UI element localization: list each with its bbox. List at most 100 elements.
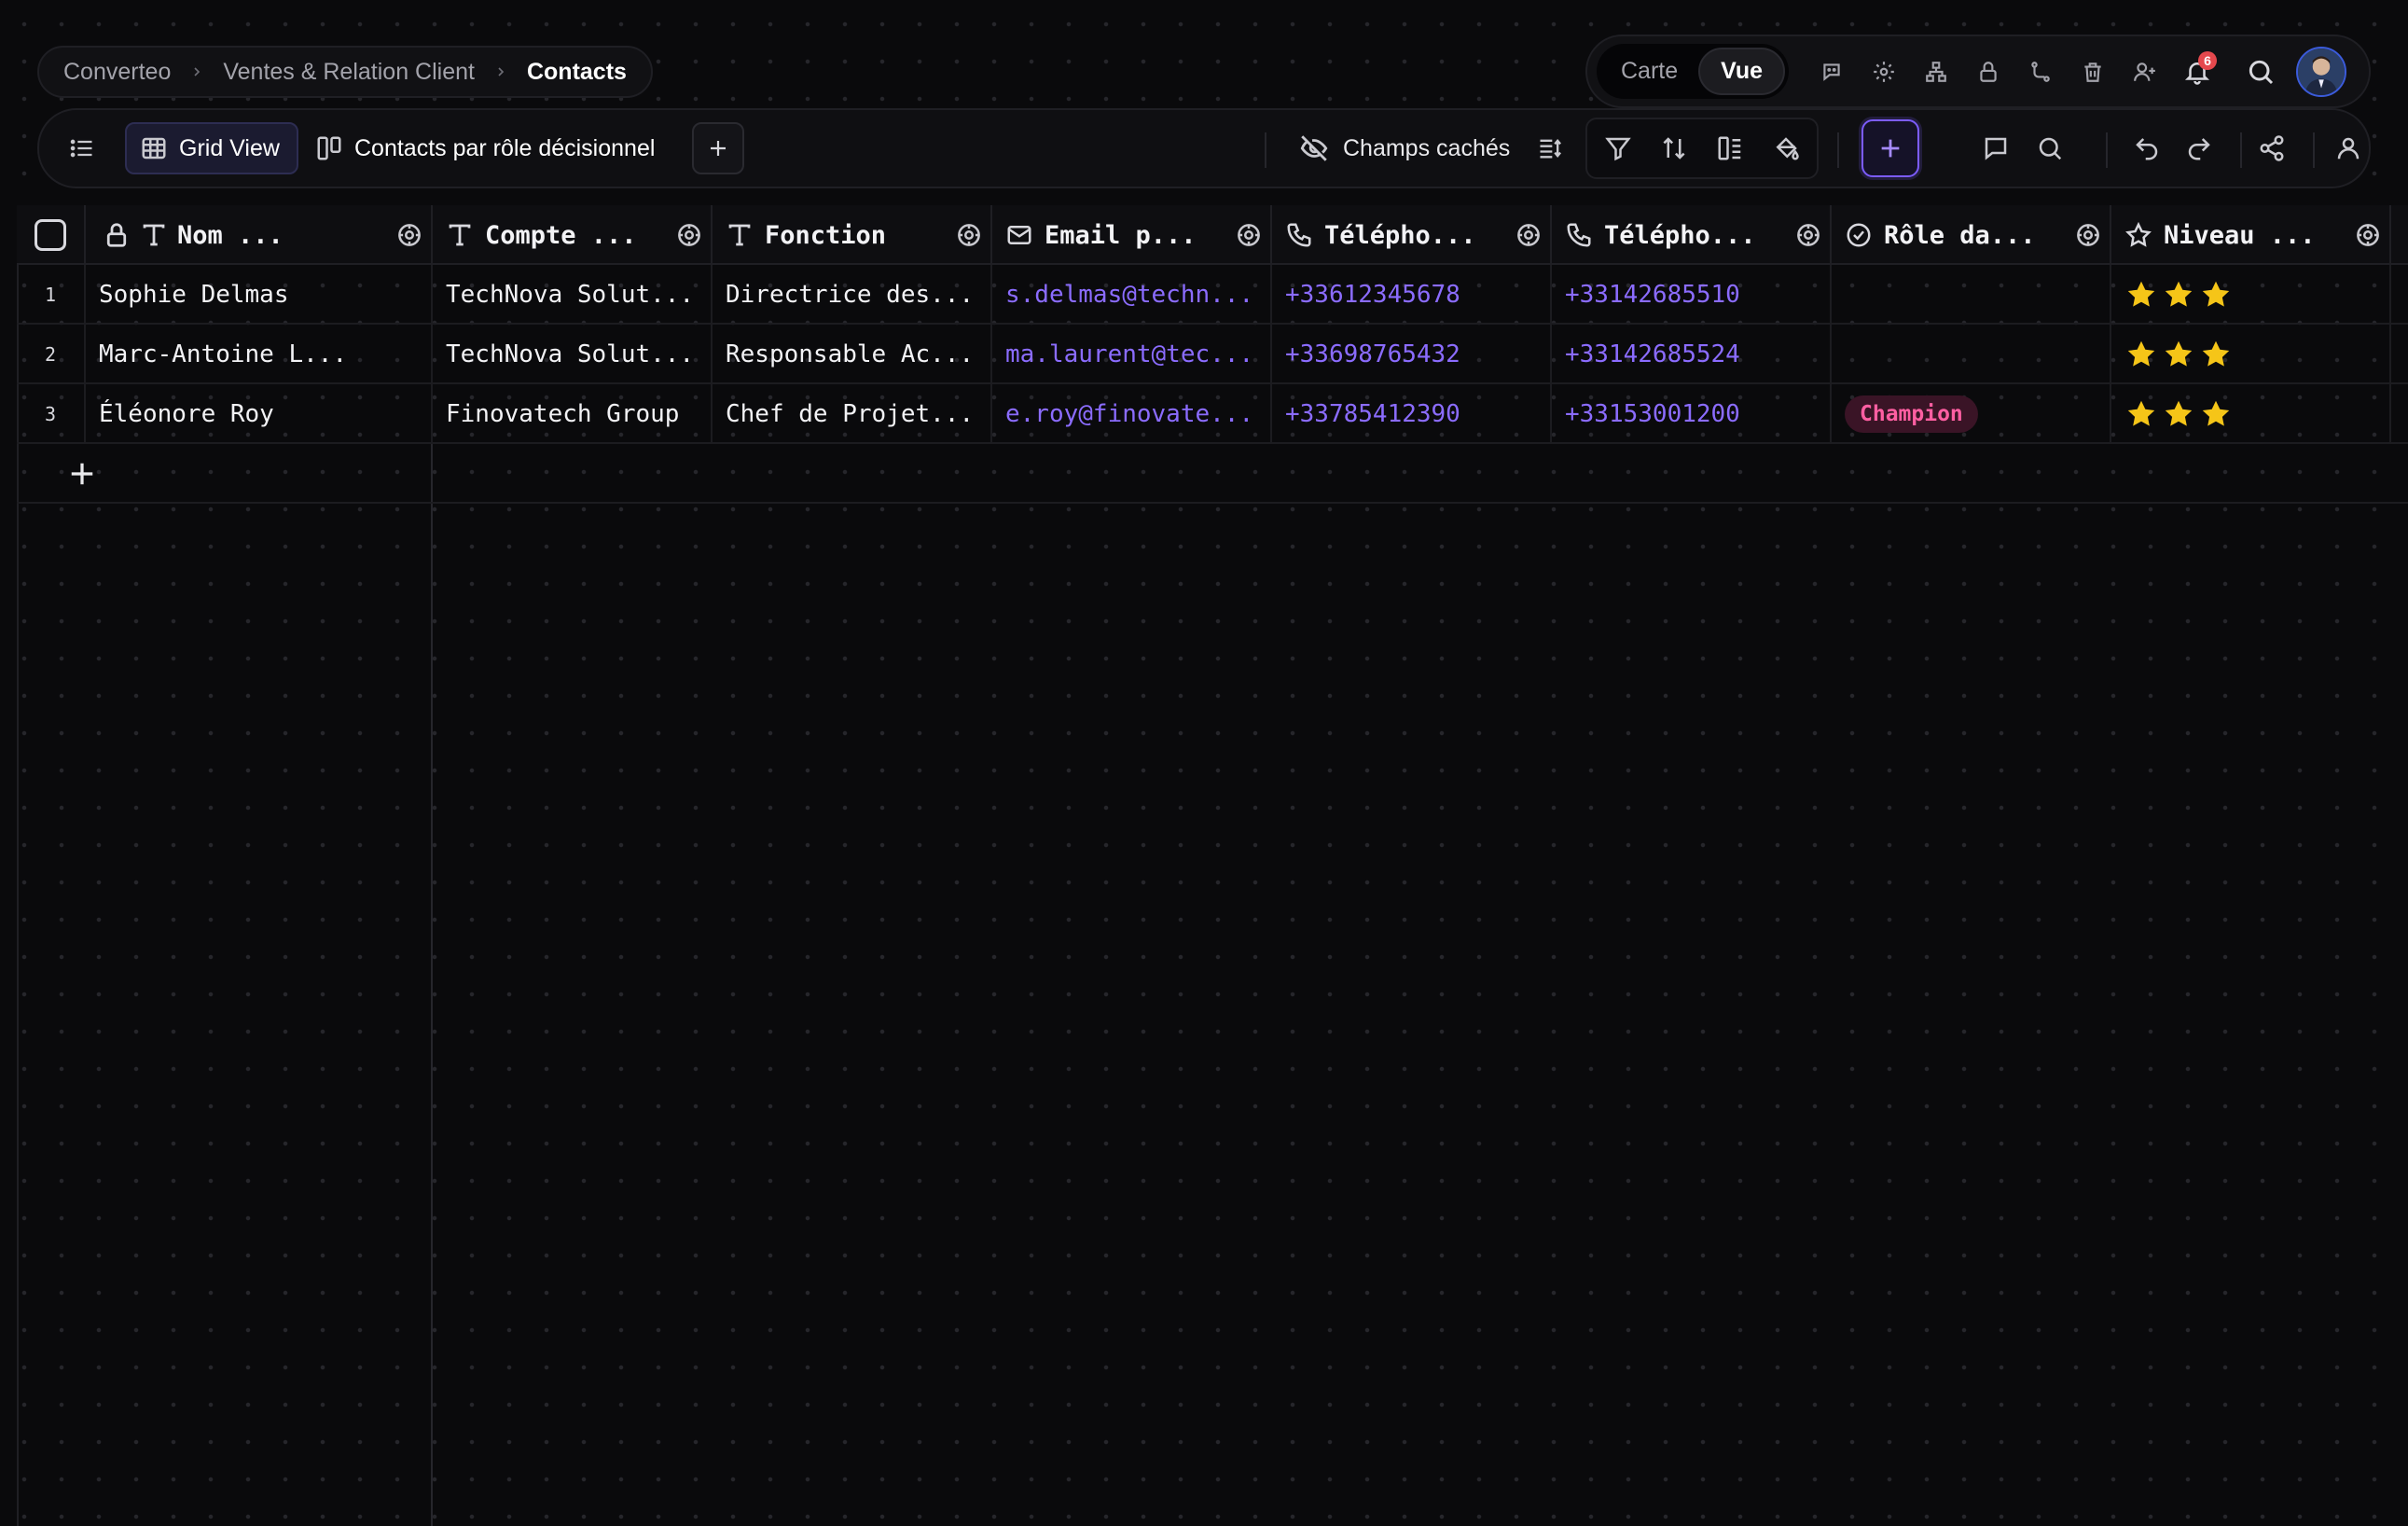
cell-phone-1[interactable]: +33612345678 — [1272, 265, 1552, 325]
cell-name[interactable]: Sophie Delmas — [86, 265, 433, 325]
cell-phone-1[interactable]: +33698765432 — [1272, 325, 1552, 384]
breadcrumb-current[interactable]: Contacts — [527, 59, 627, 86]
hierarchy-icon[interactable] — [1910, 46, 1962, 98]
toolbar-divider — [2240, 132, 2242, 168]
row-height-icon[interactable] — [1531, 130, 1569, 167]
cell-phone-2[interactable]: +33142685524 — [1552, 325, 1832, 384]
breadcrumb-item-base[interactable]: Ventes & Relation Client — [223, 59, 475, 86]
breadcrumb-item-workspace[interactable]: Converteo — [63, 59, 171, 86]
cell-phone-2[interactable]: +33153001200 — [1552, 384, 1832, 444]
star-filled-icon[interactable] — [2199, 397, 2233, 431]
cell-level[interactable] — [2111, 384, 2391, 444]
filter-icon[interactable] — [1595, 125, 1641, 172]
lock-icon[interactable] — [1962, 46, 2014, 98]
add-record-button[interactable] — [1861, 119, 1919, 177]
top-icon-group: 6 — [1806, 46, 2347, 98]
bell-icon[interactable]: 6 — [2171, 46, 2223, 98]
cell-email[interactable]: s.delmas@techn... — [992, 265, 1272, 325]
column-header-label: Télépho... — [1604, 220, 1756, 250]
star-filled-icon[interactable] — [2199, 338, 2233, 371]
column-settings-icon[interactable] — [675, 221, 703, 249]
star-filled-icon[interactable] — [2162, 397, 2195, 431]
list-menu-icon[interactable] — [63, 130, 101, 167]
comment-icon[interactable] — [1972, 124, 2020, 173]
column-header-label: Niveau ... — [2164, 220, 2316, 250]
column-header-phone-1[interactable]: Télépho... — [1272, 205, 1552, 265]
table-row[interactable]: 3 Éléonore Roy Finovatech Group Chef de … — [17, 384, 2408, 444]
trash-icon[interactable] — [2067, 46, 2119, 98]
cell-decision-role[interactable]: Champion — [1832, 384, 2111, 444]
workflow-icon[interactable] — [2014, 46, 2067, 98]
decision-role-chip: Champion — [1845, 395, 1978, 433]
select-all-checkbox[interactable] — [35, 219, 66, 251]
view-mode-vue[interactable]: Vue — [1698, 48, 1786, 95]
chevron-right-icon — [189, 64, 204, 79]
text-type-icon — [140, 221, 168, 249]
column-settings-icon[interactable] — [1794, 221, 1822, 249]
cell-function[interactable]: Directrice des... — [713, 265, 992, 325]
hidden-fields-button[interactable]: Champs cachés — [1298, 132, 1510, 164]
column-settings-icon[interactable] — [395, 221, 423, 249]
undo-icon[interactable] — [2123, 124, 2171, 173]
kanban-icon — [315, 134, 343, 162]
column-settings-icon[interactable] — [2354, 221, 2382, 249]
column-settings-icon[interactable] — [1235, 221, 1263, 249]
star-filled-icon[interactable] — [2124, 278, 2158, 312]
column-header-level[interactable]: Niveau ... — [2111, 205, 2391, 265]
table-row[interactable]: 1 Sophie Delmas TechNova Solut... Direct… — [17, 265, 2408, 325]
cell-function[interactable]: Responsable Ac... — [713, 325, 992, 384]
star-filled-icon[interactable] — [2124, 338, 2158, 371]
view-tab-grid[interactable]: Grid View — [125, 122, 298, 174]
column-header-name[interactable]: Nom ... — [86, 205, 433, 265]
cell-level[interactable] — [2111, 265, 2391, 325]
top-actions: Carte Vue 6 — [1585, 35, 2371, 108]
star-filled-icon[interactable] — [2162, 278, 2195, 312]
search-icon[interactable] — [2235, 46, 2287, 98]
column-settings-icon[interactable] — [2074, 221, 2102, 249]
cell-email[interactable]: e.roy@finovate... — [992, 384, 1272, 444]
column-header-phone-2[interactable]: Télépho... — [1552, 205, 1832, 265]
star-filled-icon[interactable] — [2199, 278, 2233, 312]
table-row[interactable]: 2 Marc-Antoine L... TechNova Solut... Re… — [17, 325, 2408, 384]
chat-bot-icon[interactable] — [1806, 46, 1858, 98]
cell-email[interactable]: ma.laurent@tec... — [992, 325, 1272, 384]
cell-account[interactable]: TechNova Solut... — [433, 265, 713, 325]
cell-account[interactable]: Finovatech Group — [433, 384, 713, 444]
column-header-label: Fonction — [765, 220, 887, 250]
share-icon[interactable] — [2248, 124, 2296, 173]
column-settings-icon[interactable] — [955, 221, 983, 249]
redo-icon[interactable] — [2175, 124, 2223, 173]
star-filled-icon[interactable] — [2162, 338, 2195, 371]
paint-bucket-icon[interactable] — [1763, 125, 1809, 172]
star-filled-icon[interactable] — [2124, 397, 2158, 431]
column-header-account[interactable]: Compte ... — [433, 205, 713, 265]
column-header-email[interactable]: Email p... — [992, 205, 1272, 265]
view-tab-kanban[interactable]: Contacts par rôle décisionnel — [302, 122, 671, 174]
cell-function[interactable]: Chef de Projet... — [713, 384, 992, 444]
cell-account[interactable]: TechNova Solut... — [433, 325, 713, 384]
cell-decision-role[interactable] — [1832, 265, 2111, 325]
add-view-button[interactable] — [692, 122, 744, 174]
sort-icon[interactable] — [1651, 125, 1697, 172]
gear-icon[interactable] — [1858, 46, 1910, 98]
view-mode-carte[interactable]: Carte — [1600, 48, 1698, 95]
group-by-icon[interactable] — [1707, 125, 1753, 172]
add-user-icon[interactable] — [2119, 46, 2171, 98]
cell-phone-1[interactable]: +33785412390 — [1272, 384, 1552, 444]
cell-level[interactable] — [2111, 325, 2391, 384]
user-icon[interactable] — [2324, 124, 2373, 173]
avatar[interactable] — [2296, 46, 2347, 97]
column-header-decision-role[interactable]: Rôle da... — [1832, 205, 2111, 265]
app-page: Converteo Ventes & Relation Client Conta… — [0, 0, 2408, 1526]
column-header-function[interactable]: Fonction — [713, 205, 992, 265]
cell-name[interactable]: Éléonore Roy — [86, 384, 433, 444]
cell-name[interactable]: Marc-Antoine L... — [86, 325, 433, 384]
view-tab-label: Grid View — [179, 134, 280, 161]
cell-phone-2[interactable]: +33142685510 — [1552, 265, 1832, 325]
eye-off-icon — [1298, 132, 1330, 164]
search-icon[interactable] — [2026, 124, 2074, 173]
cell-decision-role[interactable] — [1832, 325, 2111, 384]
add-row-plus-icon[interactable] — [68, 460, 96, 488]
column-settings-icon[interactable] — [1515, 221, 1543, 249]
history-group — [2123, 124, 2223, 173]
